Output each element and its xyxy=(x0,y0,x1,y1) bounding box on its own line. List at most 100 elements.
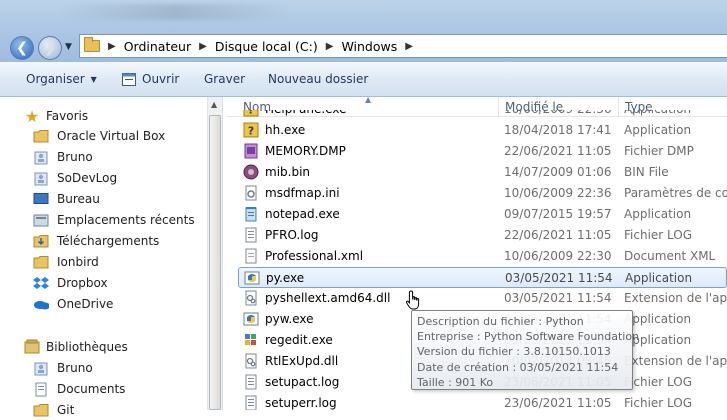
file-name: setupact.log xyxy=(265,375,340,389)
sidebar-scrollbar-thumb[interactable] xyxy=(209,115,221,410)
file-modified-date: 10/06/2009 22:36 xyxy=(504,186,612,200)
libraries-label: Bibliothèques xyxy=(46,340,128,354)
burn-button[interactable]: Graver xyxy=(204,72,245,86)
sidebar-item-label: Dropbox xyxy=(57,276,108,290)
recent-places-icon xyxy=(33,212,49,228)
sidebar-item-favorite[interactable]: Oracle Virtual Box xyxy=(33,126,165,146)
breadcrumb-local-disk[interactable]: Disque local (C:) xyxy=(215,39,318,54)
sidebar-item-label: Ionbird xyxy=(57,255,99,269)
file-name: pyw.exe xyxy=(265,312,314,326)
breadcrumb-separator-icon[interactable]: ▶ xyxy=(108,41,116,52)
sidebar-item-favorite[interactable]: Bruno xyxy=(33,147,93,167)
sidebar-item-label: Bruno xyxy=(57,361,93,375)
sidebar-item-favorite[interactable]: Emplacements récents xyxy=(33,210,195,230)
folder-icon xyxy=(33,402,49,418)
sidebar-item-favorite[interactable]: SoDevLog xyxy=(33,168,117,188)
new-folder-button[interactable]: Nouveau dossier xyxy=(268,72,368,86)
organize-menu-button[interactable]: Organiser ▼ xyxy=(26,72,97,86)
file-name: Professional.xml xyxy=(265,249,364,263)
file-type: Application xyxy=(624,207,692,221)
file-row[interactable]: Professional.xml 10/06/2009 22:30 Document… xyxy=(238,246,727,267)
breadcrumb-separator-icon[interactable]: ▶ xyxy=(199,41,207,52)
address-bar[interactable]: ▶ Ordinateur ▶ Disque local (C:) ▶ Windo… xyxy=(79,34,727,58)
history-dropdown-icon[interactable]: ▼ xyxy=(65,42,72,52)
tooltip-size: Taille : 901 Ko xyxy=(417,375,494,389)
breadcrumb-separator-icon[interactable]: ▶ xyxy=(326,41,334,52)
sidebar-item-library[interactable]: Documents xyxy=(33,379,125,399)
file-type: BIN File xyxy=(624,165,669,179)
file-type: Paramètres de con… xyxy=(624,186,727,200)
documents-icon xyxy=(33,381,49,397)
python-icon xyxy=(243,311,259,327)
sidebar-item-label: Git xyxy=(57,403,75,417)
regedit-icon xyxy=(243,332,259,348)
bin-file-icon xyxy=(243,164,259,180)
log-file-icon xyxy=(243,227,259,243)
file-type: Extension de l'app… xyxy=(624,291,727,305)
file-modified-date: 18/04/2018 17:41 xyxy=(504,123,612,137)
scroll-up-icon[interactable]: ▲ xyxy=(211,100,217,109)
file-name: msdfmap.ini xyxy=(265,186,340,200)
sidebar-item-library[interactable]: Git xyxy=(33,400,74,420)
svg-text:?: ? xyxy=(248,110,254,117)
open-button[interactable]: Ouvrir xyxy=(122,72,179,86)
file-type: Application xyxy=(624,110,691,116)
file-row[interactable]: notepad.exe 09/07/2015 19:57 Application xyxy=(238,204,727,225)
dmp-file-icon xyxy=(243,143,259,159)
file-row[interactable]: mib.bin 14/07/2009 01:06 BIN File xyxy=(238,162,727,183)
command-bar: Organiser ▼ Ouvrir Graver Nouveau dossie… xyxy=(0,62,727,97)
dll-file-icon xyxy=(243,353,259,369)
user-folder-icon xyxy=(33,149,49,165)
breadcrumb-computer[interactable]: Ordinateur xyxy=(124,39,191,54)
log-file-icon xyxy=(243,395,259,410)
file-name: setuperr.log xyxy=(265,396,337,410)
file-row[interactable]: MEMORY.DMP 22/06/2021 11:05 Fichier DMP xyxy=(238,141,727,162)
xml-file-icon xyxy=(243,248,259,264)
open-label: Ouvrir xyxy=(142,72,180,86)
favorites-header[interactable]: ★ Favoris xyxy=(24,106,88,126)
folder-icon xyxy=(33,254,49,270)
file-info-tooltip: Description du fichier : Python Entrepri… xyxy=(411,310,639,390)
sidebar-item-favorite[interactable]: Bureau xyxy=(33,189,100,209)
sidebar-item-label: Bruno xyxy=(57,150,93,164)
libraries-header[interactable]: Bibliothèques xyxy=(24,337,128,357)
file-type: Application xyxy=(625,271,693,285)
breadcrumb-windows[interactable]: Windows xyxy=(341,39,397,54)
desktop-icon xyxy=(33,191,49,207)
help-icon: ? xyxy=(243,122,259,138)
folder-icon xyxy=(84,37,100,52)
file-name: RtlExUpd.dll xyxy=(265,354,339,368)
burn-label: Graver xyxy=(204,72,246,86)
new-folder-label: Nouveau dossier xyxy=(268,72,369,86)
file-type: Fichier LOG xyxy=(624,228,693,242)
file-row[interactable]: ? HelpPane.exe 10/06/2009 22:36 Application xyxy=(238,110,727,120)
file-row[interactable]: py.exe 03/05/2021 11:54 Application xyxy=(238,267,727,288)
file-name: py.exe xyxy=(266,271,305,285)
file-row[interactable]: PFRO.log 22/06/2021 11:05 Fichier LOG xyxy=(238,225,727,246)
breadcrumb-separator-icon[interactable]: ▶ xyxy=(405,41,413,52)
file-row[interactable]: setuperr.log 23/06/2021 11:05 Fichier LOG xyxy=(238,393,727,410)
file-name: MEMORY.DMP xyxy=(265,144,346,158)
sidebar-scrollbar[interactable]: ▲ xyxy=(207,97,222,410)
file-row[interactable]: ? hh.exe 18/04/2018 17:41 Application xyxy=(238,120,727,141)
downloads-icon xyxy=(33,233,49,249)
sidebar-item-library[interactable]: Bruno xyxy=(33,358,93,378)
tooltip-created: Date de création : 03/05/2021 11:54 xyxy=(417,360,619,374)
forward-arrow-icon: ❯ xyxy=(44,40,56,56)
sidebar-item-favorite[interactable]: Téléchargements xyxy=(33,231,159,251)
file-modified-date: 14/07/2009 01:06 xyxy=(504,165,612,179)
file-type: Document XML xyxy=(624,249,716,263)
file-row[interactable]: msdfmap.ini 10/06/2009 22:36 Paramètres de… xyxy=(238,183,727,204)
sidebar-item-label: Téléchargements xyxy=(57,234,160,248)
sidebar-item-favorite[interactable]: OneDrive xyxy=(33,294,113,314)
sidebar-item-favorite[interactable]: Ionbird xyxy=(33,252,99,272)
sidebar-item-favorite[interactable]: Dropbox xyxy=(33,273,108,293)
help-icon: ? xyxy=(243,110,259,117)
forward-button[interactable]: ❯ xyxy=(38,36,62,60)
back-button[interactable]: ❮ xyxy=(10,36,34,60)
file-name: pyshellext.amd64.dll xyxy=(265,291,391,305)
sidebar-item-label: Emplacements récents xyxy=(57,213,195,227)
file-row[interactable]: pyshellext.amd64.dll 03/05/2021 11:54 Exte… xyxy=(238,288,727,309)
file-type: Application xyxy=(624,312,692,326)
file-modified-date: 03/05/2021 11:54 xyxy=(504,291,612,305)
